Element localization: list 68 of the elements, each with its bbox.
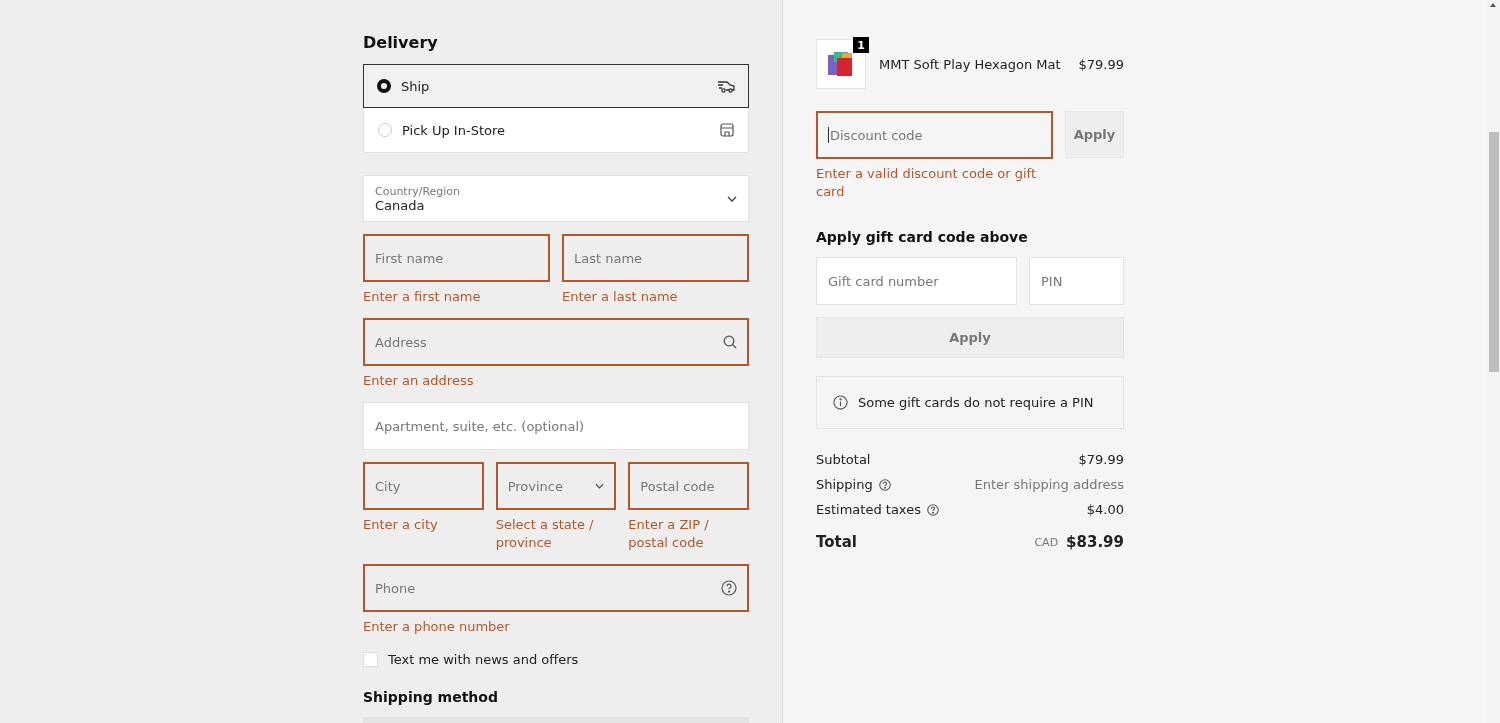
info-icon [833, 395, 848, 410]
option-label: Pick Up In-Store [402, 122, 506, 138]
currency-code: CAD [1034, 535, 1059, 549]
input-field[interactable]: Address [363, 318, 749, 366]
error-message: Enter a phone number [363, 618, 511, 636]
section-heading: Shipping method [363, 689, 499, 705]
apply-button[interactable]: Apply [816, 317, 1124, 358]
field-value: Canada [375, 197, 426, 213]
section-heading: Delivery [363, 33, 439, 52]
field-label: Country/Region [375, 184, 461, 198]
input-field[interactable]: Postal code [628, 462, 749, 510]
placeholder-text: Postal code [640, 478, 715, 494]
delivery-option[interactable]: Ship [363, 64, 749, 108]
placeholder-text: Apartment, suite, etc. (optional) [375, 418, 585, 434]
placeholder-text: City [375, 478, 401, 494]
checkbox-label: Text me with news and offers [388, 652, 579, 667]
truck-icon [717, 79, 735, 93]
placeholder-text: Phone [375, 580, 416, 596]
total-amount: $83.99 [1066, 533, 1124, 551]
chevron-down-icon [595, 483, 605, 489]
help-icon [721, 580, 737, 596]
gift-card-number-field[interactable]: Gift card number [816, 257, 1017, 305]
placeholder-text: PIN [1041, 273, 1063, 289]
input-field[interactable]: First name [363, 234, 550, 282]
placeholder-text: First name [375, 250, 444, 266]
scrollbar-thumb[interactable] [1489, 132, 1499, 372]
error-message: Select a state / province [495, 516, 595, 552]
placeholder-text: Province [507, 478, 563, 494]
summary-value: Enter shipping address [974, 477, 1124, 492]
error-message: Enter a last name [562, 288, 679, 306]
help-icon [926, 503, 939, 516]
error-message: Enter a valid discount code or gift card [816, 165, 1038, 201]
checkbox[interactable] [363, 652, 378, 667]
apply-button[interactable]: Apply [1065, 111, 1124, 158]
pin-field[interactable]: PIN [1029, 257, 1124, 305]
store-icon [720, 123, 734, 137]
chevron-down-icon [727, 195, 737, 202]
country-select[interactable]: Country/Region Canada [363, 175, 749, 222]
summary-value: $4.00 [1086, 502, 1124, 517]
placeholder-text: Discount code [830, 127, 923, 143]
error-message: Enter a first name [363, 288, 482, 306]
placeholder-text: Address [375, 334, 427, 350]
input-field[interactable]: Last name [562, 234, 749, 282]
scroll-up-arrow-icon[interactable] [1490, 3, 1496, 7]
product-price: $79.99 [1078, 56, 1124, 72]
error-message: Enter a city [363, 516, 439, 534]
summary-label: Shipping [816, 477, 873, 492]
placeholder-text: Gift card number [828, 273, 939, 289]
quantity-badge: 1 [853, 37, 869, 53]
radio-button[interactable] [377, 79, 391, 93]
note-text: Some gift cards do not require a PIN [858, 395, 1094, 410]
search-icon [723, 335, 737, 349]
section-heading: Apply gift card code above [816, 229, 1029, 245]
error-message: Enter a ZIP / postal code [628, 516, 710, 552]
error-message: Enter an address [363, 372, 475, 390]
discount-code-field[interactable]: Discount code [816, 111, 1053, 159]
placeholder-text: Last name [574, 250, 643, 266]
summary-label: Estimated taxes [816, 502, 921, 517]
input-field[interactable]: Apartment, suite, etc. (optional) [363, 402, 749, 450]
summary-value: $79.99 [1078, 452, 1124, 467]
input-field[interactable]: Province [495, 462, 617, 510]
option-label: Ship [401, 78, 431, 94]
product-name: MMT Soft Play Hexagon Mat [879, 56, 1062, 72]
summary-label: Subtotal [816, 452, 871, 467]
input-field[interactable]: City [363, 462, 484, 510]
help-icon [878, 478, 891, 491]
input-field[interactable]: Phone [363, 564, 749, 612]
total-label: Total [816, 533, 857, 551]
